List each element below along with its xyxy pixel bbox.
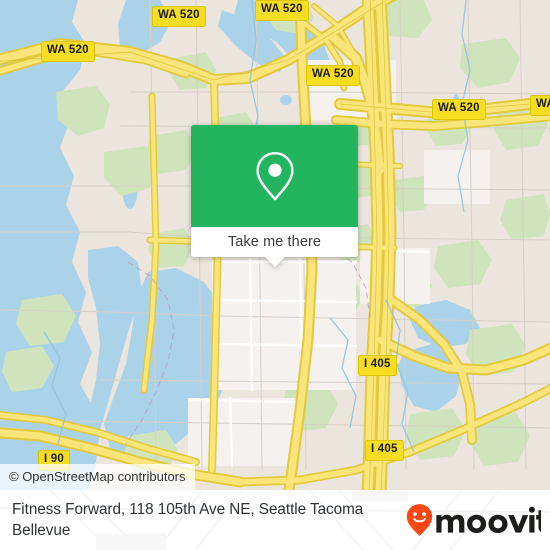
- popup-tail: [263, 256, 286, 267]
- moovit-map-screenshot: WA 520 WA 520 WA 520 WA 520 WA 520 WA 5 …: [0, 0, 550, 550]
- moovit-wordmark: [436, 506, 541, 534]
- location-popup[interactable]: Take me there: [191, 125, 358, 267]
- highway-shield: WA 520: [255, 0, 309, 21]
- highway-shield: WA 5: [530, 95, 550, 116]
- highway-shield: WA 520: [432, 99, 486, 120]
- popup-header: [191, 125, 358, 227]
- map-canvas[interactable]: WA 520 WA 520 WA 520 WA 520 WA 520 WA 5 …: [0, 0, 550, 490]
- take-me-there-button[interactable]: Take me there: [191, 227, 358, 257]
- highway-shield: WA 520: [41, 41, 95, 62]
- highway-shield: I 405: [358, 355, 397, 376]
- popup-body: Take me there: [191, 125, 358, 257]
- highway-shield: WA 520: [152, 6, 206, 27]
- map-attribution[interactable]: © OpenStreetMap contributors: [0, 464, 195, 490]
- moovit-logo[interactable]: [406, 504, 541, 537]
- highway-shield: I 405: [365, 440, 404, 461]
- location-pin-icon: [255, 152, 294, 201]
- footer-bar: Fitness Forward, 118 105th Ave NE, Seatt…: [0, 490, 550, 550]
- place-address: Fitness Forward, 118 105th Ave NE, Seatt…: [12, 501, 364, 539]
- highway-shield: WA 520: [306, 65, 360, 86]
- moovit-smiley-pin-icon: [406, 504, 433, 536]
